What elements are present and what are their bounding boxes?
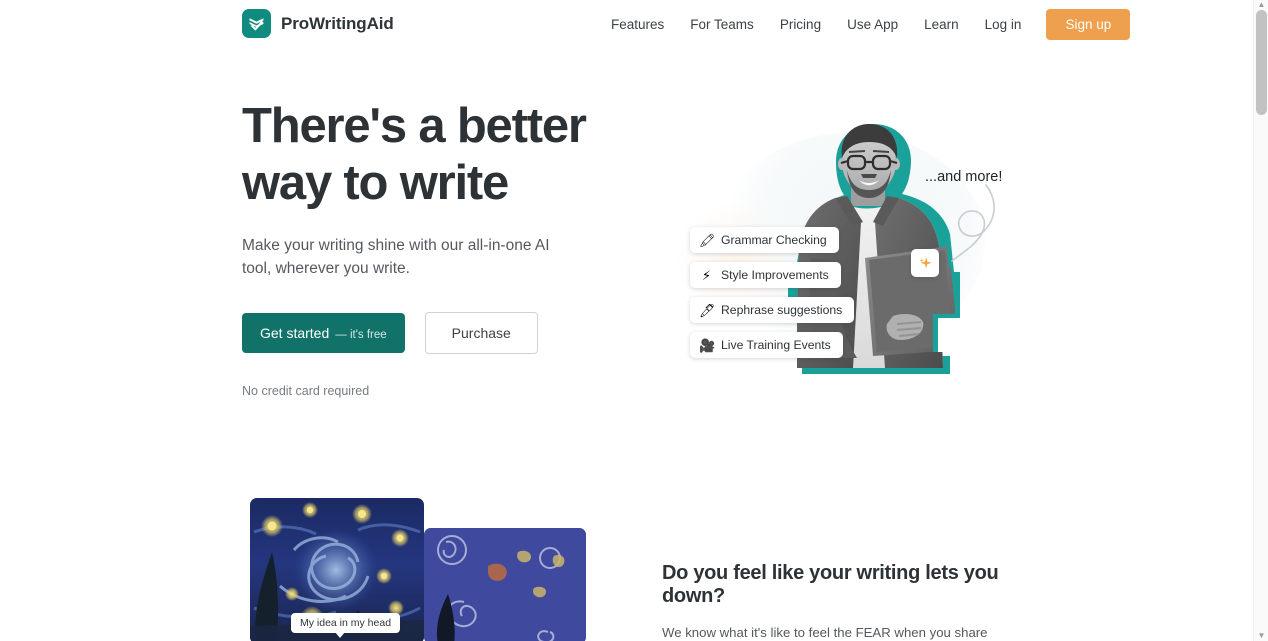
sign-up-button[interactable]: Sign up xyxy=(1046,8,1131,40)
brand-logo-link[interactable]: ProWritingAid xyxy=(242,9,394,38)
hero-illustration: 🖍 Grammar Checking ⚡ Style Improvements … xyxy=(660,105,1020,390)
feature-chip-label: Live Training Events xyxy=(721,338,831,352)
hand-drawn-arrow-icon xyxy=(951,184,995,262)
lightning-icon: ⚡ xyxy=(701,267,712,283)
feature-chip[interactable]: 🎥 Live Training Events xyxy=(690,332,843,358)
vertical-scrollbar[interactable]: ▲ ▼ xyxy=(1253,0,1268,641)
page-title: There's a better way to write xyxy=(242,98,642,212)
brand-name: ProWritingAid xyxy=(281,13,394,33)
feature-chip[interactable]: ⚡ Style Improvements xyxy=(690,262,841,288)
feature-chip-list: 🖍 Grammar Checking ⚡ Style Improvements … xyxy=(690,227,855,367)
nav-pricing[interactable]: Pricing xyxy=(767,11,834,38)
hero-cta-group: Get started — it's free Purchase xyxy=(242,312,642,354)
secondary-copy: Do you feel like your writing lets you d… xyxy=(662,562,1022,641)
scroll-down-arrow-icon[interactable]: ▼ xyxy=(1254,631,1268,641)
no-credit-card-note: No credit card required xyxy=(242,384,370,398)
section-body: We know what it's like to feel the FEAR … xyxy=(662,625,988,640)
get-started-label: Get started xyxy=(260,325,330,341)
crude-drawing-image xyxy=(424,528,586,641)
scrollbar-thumb[interactable] xyxy=(1256,10,1267,115)
nav-learn[interactable]: Learn xyxy=(911,11,972,38)
get-started-button[interactable]: Get started — it's free xyxy=(242,313,405,353)
hero-title-line-1: There's a better xyxy=(242,99,587,153)
scroll-up-arrow-icon[interactable]: ▲ xyxy=(1254,0,1268,10)
main-navigation: Features For Teams Pricing Use App Learn… xyxy=(598,0,1131,48)
feature-chip-label: Style Improvements xyxy=(721,268,829,282)
section-title: Do you feel like your writing lets you d… xyxy=(662,562,999,607)
book-check-icon xyxy=(242,9,271,38)
get-started-free-label: — it's free xyxy=(335,329,387,341)
feature-chip-label: Rephrase suggestions xyxy=(721,303,843,317)
hero-copy: There's a better way to write Make your … xyxy=(242,98,642,398)
feature-chip[interactable]: 🖍 Grammar Checking xyxy=(690,227,839,253)
nav-log-in[interactable]: Log in xyxy=(972,11,1035,38)
crayon-icon: 🖍 xyxy=(699,232,716,248)
pen-icon: 🖊 xyxy=(699,302,716,318)
feature-chip-label: Grammar Checking xyxy=(721,233,827,247)
purchase-button[interactable]: Purchase xyxy=(424,312,538,354)
video-camera-icon: 🎥 xyxy=(699,337,716,353)
nav-use-app[interactable]: Use App xyxy=(834,11,911,38)
nav-features[interactable]: Features xyxy=(598,11,677,38)
idea-caption: My idea in my head xyxy=(291,613,401,638)
site-header: ProWritingAid Features For Teams Pricing… xyxy=(0,0,1253,48)
nav-for-teams[interactable]: For Teams xyxy=(677,11,767,38)
hero-subtitle: Make your writing shine with our all-in-… xyxy=(242,237,550,277)
page-root: ProWritingAid Features For Teams Pricing… xyxy=(0,0,1268,641)
hero-title-line-2: way to write xyxy=(242,156,509,210)
feature-chip[interactable]: 🖊 Rephrase suggestions xyxy=(690,297,855,323)
